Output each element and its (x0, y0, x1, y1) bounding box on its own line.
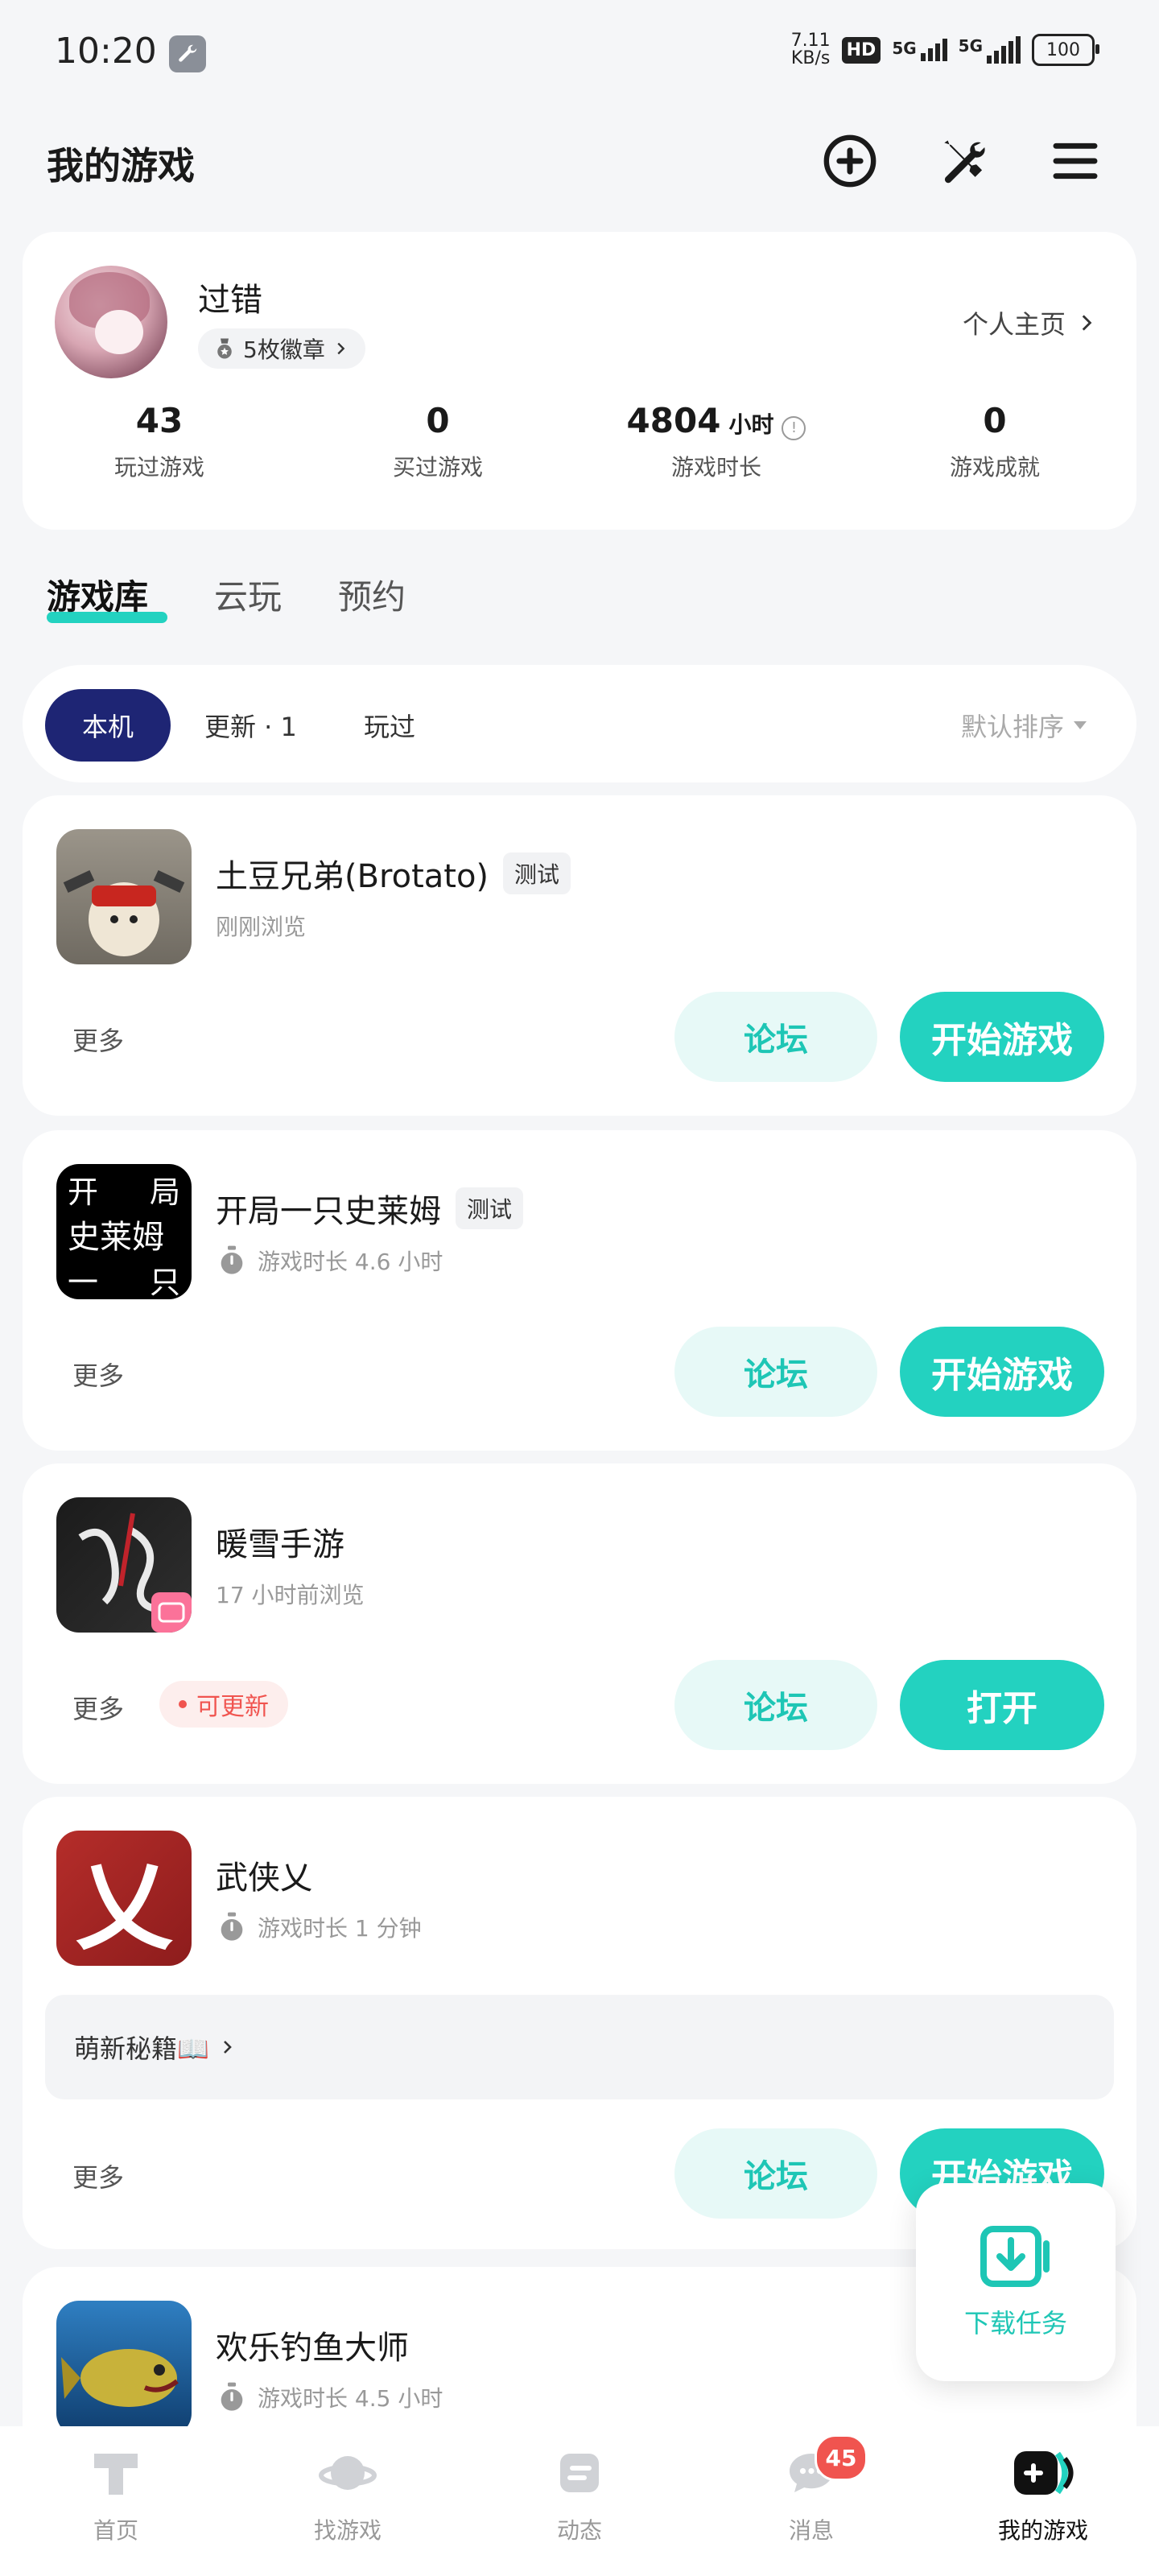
tab-library[interactable]: 游戏库 (47, 570, 148, 619)
nav-home[interactable]: 首页 (35, 2444, 196, 2545)
game-subtitle: 17 小时前浏览 (216, 1582, 365, 1608)
username: 过错 (198, 282, 262, 319)
profile-home-link[interactable]: 个人主页 (963, 304, 1096, 341)
game-icon-brotato (56, 829, 192, 964)
start-game-button[interactable]: 开始游戏 (900, 1327, 1104, 1417)
nav-messages[interactable]: 消息 (731, 2444, 892, 2545)
caret-down-icon (1074, 721, 1087, 729)
stat-playtime[interactable]: 4804 小时! 游戏时长 (596, 401, 837, 482)
update-badge[interactable]: 可更新 (159, 1681, 288, 1728)
feed-icon (560, 2454, 599, 2492)
signal-icon: 5G (892, 39, 947, 61)
more-button[interactable]: 更多 (72, 1356, 124, 1393)
tips-banner[interactable]: 萌新秘籍📖 (45, 1995, 1114, 2099)
stat-achievements[interactable]: 0 游戏成就 (874, 401, 1116, 482)
status-indicators: 7.11 KB/s HD 5G 5G 100 (790, 31, 1099, 68)
game-card-warm-snow[interactable]: 暖雪手游 17 小时前浏览 更多 可更新 论坛 打开 (23, 1463, 1136, 1784)
game-card-slime[interactable]: 开 局 史莱姆 一 只 开局一只史莱姆 测试 游戏时长 4.6 小时 更多 论坛… (23, 1130, 1136, 1451)
more-button[interactable]: 更多 (72, 2157, 124, 2194)
dot-icon (179, 1700, 187, 1708)
game-title: 暖雪手游 (216, 1526, 344, 1563)
page-title: 我的游戏 (47, 144, 195, 188)
game-subtitle: 游戏时长 4.5 小时 (216, 2381, 443, 2413)
signal-icon-2: 5G (959, 36, 1021, 64)
game-icon-fishing (56, 2301, 192, 2436)
nav-feed[interactable]: 动态 (499, 2444, 660, 2545)
chevron-right-icon (337, 342, 345, 355)
chevron-right-icon (223, 2041, 232, 2054)
game-subtitle: 游戏时长 4.6 小时 (216, 1245, 443, 1277)
planet-icon (319, 2456, 377, 2490)
game-subtitle: 游戏时长 1 分钟 (216, 1911, 422, 1943)
download-icon (980, 2226, 1050, 2287)
add-circle-icon[interactable] (819, 130, 881, 192)
more-button[interactable]: 更多 (72, 1689, 124, 1726)
medal-icon (217, 338, 232, 359)
profile-card: 过错 5枚徽章 个人主页 43 玩过游戏 0 买过游戏 4804 小时! 游戏时长… (23, 232, 1136, 530)
info-icon[interactable]: ! (782, 415, 806, 440)
battery-icon: 100 (1032, 34, 1099, 66)
timer-icon (221, 1912, 243, 1941)
chevron-right-icon (1082, 315, 1092, 331)
game-title: 欢乐钓鱼大师 (216, 2330, 409, 2367)
home-icon (94, 2454, 138, 2495)
game-title: 开局一只史莱姆 测试 (216, 1185, 524, 1232)
gamepad-icon (1014, 2451, 1074, 2495)
hd-icon: HD (841, 36, 881, 64)
game-subtitle: 刚刚浏览 (216, 914, 307, 940)
start-game-button[interactable]: 开始游戏 (900, 992, 1104, 1082)
test-tag: 测试 (456, 1187, 524, 1229)
filter-update[interactable]: 更新 · 1 (204, 689, 297, 762)
filter-local[interactable]: 本机 (45, 689, 171, 762)
download-tasks-button[interactable]: 下载任务 (916, 2183, 1116, 2381)
test-tag: 测试 (503, 852, 571, 894)
bottom-nav: 首页 找游戏 动态 消息 我的游戏 (0, 2426, 1159, 2576)
download-label: 下载任务 (963, 2308, 1067, 2339)
forum-button[interactable]: 论坛 (674, 992, 877, 1082)
stat-bought[interactable]: 0 买过游戏 (317, 401, 559, 482)
tools-icon[interactable] (932, 130, 993, 192)
filter-played[interactable]: 玩过 (364, 689, 415, 762)
status-time: 10:20 (55, 31, 157, 72)
game-card-wuxia[interactable]: 乂 武侠乂 游戏时长 1 分钟 萌新秘籍📖 更多 论坛 开始游戏 (23, 1797, 1136, 2249)
filter-bar: 本机 更新 · 1 玩过 默认排序 (23, 665, 1136, 782)
game-card-brotato[interactable]: 土豆兄弟(Brotato) 测试 刚刚浏览 更多 论坛 开始游戏 (23, 795, 1136, 1116)
message-count-badge: 45 (815, 2434, 868, 2481)
network-speed: 7.11 KB/s (790, 31, 831, 68)
forum-button[interactable]: 论坛 (674, 1660, 877, 1750)
more-button[interactable]: 更多 (72, 1021, 124, 1058)
tab-cloud[interactable]: 云玩 (214, 570, 282, 619)
avatar[interactable] (55, 266, 167, 378)
timer-icon (221, 1245, 243, 1274)
tab-reserve[interactable]: 预约 (338, 570, 406, 619)
forum-button[interactable]: 论坛 (674, 2128, 877, 2219)
game-title: 武侠乂 (216, 1860, 312, 1897)
nav-my-games[interactable]: 我的游戏 (963, 2444, 1124, 2545)
wrench-icon (169, 35, 206, 72)
menu-icon[interactable] (1045, 130, 1106, 192)
game-title: 土豆兄弟(Brotato) 测试 (216, 850, 571, 897)
game-icon-warm-snow (56, 1497, 192, 1633)
profile-home-label: 个人主页 (962, 309, 1066, 340)
open-button[interactable]: 打开 (900, 1660, 1104, 1750)
game-icon-wuxia: 乂 (56, 1831, 192, 1966)
forum-button[interactable]: 论坛 (674, 1327, 877, 1417)
game-icon-slime: 开 局 史莱姆 一 只 (56, 1164, 192, 1299)
nav-discover[interactable]: 找游戏 (267, 2444, 428, 2545)
timer-icon (221, 2382, 243, 2411)
stat-played[interactable]: 43 玩过游戏 (39, 401, 280, 482)
badges-chip[interactable]: 5枚徽章 (198, 328, 365, 369)
sort-dropdown[interactable]: 默认排序 (961, 689, 1088, 762)
badges-label: 5枚徽章 (243, 336, 325, 363)
